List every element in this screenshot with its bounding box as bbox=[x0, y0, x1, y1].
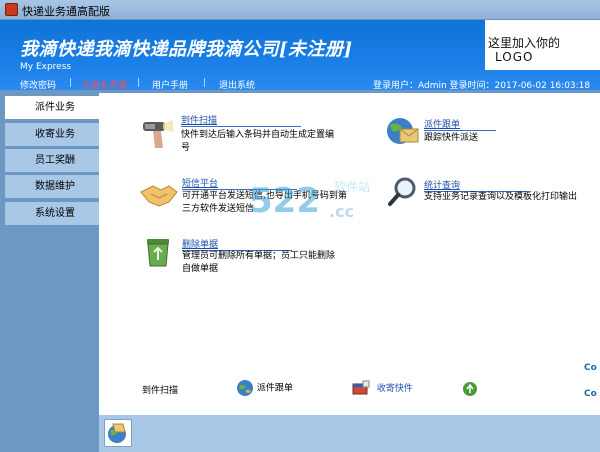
recycle-icon bbox=[463, 382, 477, 396]
world-mail-icon bbox=[387, 118, 419, 144]
quick-receive-parcel[interactable]: 收寄快件 bbox=[351, 379, 413, 397]
func-underline bbox=[424, 130, 496, 131]
app-title: 我滴快递我滴快递品牌我滴公司[未注册] bbox=[20, 39, 353, 60]
func-sms-platform[interactable]: 短信平台 可开通平台发送短信,也导出手机号码到第三方软件发送短信 bbox=[139, 176, 359, 221]
func-title: 到件扫描 bbox=[181, 116, 218, 126]
window-title: 快递业务通高配版 bbox=[22, 5, 110, 18]
sidebar-item-data-maintenance[interactable]: 数据维护 bbox=[5, 175, 99, 198]
func-title: 删除单据 bbox=[182, 240, 219, 250]
logo-text-logo: LOGO bbox=[495, 50, 534, 64]
func-title: 统计查询 bbox=[424, 181, 461, 191]
main-panel: 到件扫描 快件到达后输入条码并自动生成定置编号 派件跟单 跟踪快件派送 短信平台… bbox=[99, 93, 600, 415]
quick-dispatch-track[interactable]: 派件跟单 bbox=[236, 379, 293, 397]
bottom-toolbar bbox=[99, 415, 600, 452]
func-desc: 跟踪快件派送 bbox=[424, 133, 479, 143]
func-desc: 支持业务记录查询以及模板化打印输出 bbox=[424, 192, 578, 202]
magnifier-icon bbox=[388, 177, 416, 206]
func-title: 短信平台 bbox=[182, 179, 219, 189]
sidebar: 派件业务 收寄业务 员工奖酬 数据维护 系统设置 bbox=[0, 93, 99, 452]
menu-exit[interactable]: 退出系统 bbox=[219, 78, 255, 91]
menu-register[interactable]: 注册业务通 bbox=[82, 78, 127, 91]
menu-separator: | bbox=[203, 78, 207, 88]
menu-change-password[interactable]: 修改密码 bbox=[20, 78, 56, 91]
app-subtitle: My Express bbox=[20, 62, 72, 72]
menu-separator: | bbox=[137, 78, 141, 88]
home-button[interactable] bbox=[104, 419, 132, 447]
menu-user-manual[interactable]: 用户手册 bbox=[152, 78, 188, 91]
globe-parcel-icon bbox=[108, 423, 126, 443]
globe-icon bbox=[237, 380, 253, 396]
quick-label: 收寄快件 bbox=[376, 383, 413, 394]
func-dispatch-track[interactable]: 派件跟单 跟踪快件派送 bbox=[384, 113, 584, 153]
menu-separator: | bbox=[69, 78, 73, 88]
barcode-scanner-icon bbox=[143, 120, 173, 148]
sidebar-item-dispatch[interactable]: 派件业务 bbox=[5, 96, 99, 119]
logo-text: 这里加入你的 bbox=[488, 36, 561, 50]
func-arrival-scan[interactable]: 到件扫描 快件到达后输入条码并自动生成定置编号 bbox=[139, 113, 339, 158]
quick-label: 派件跟单 bbox=[256, 383, 293, 394]
func-desc: 可开通平台发送短信,也导出手机号码到第三方软件发送短信 bbox=[182, 191, 347, 214]
edge-text: Co bbox=[584, 389, 597, 399]
logo-placeholder: 这里加入你的 LOGO bbox=[485, 20, 600, 70]
func-title: 派件跟单 bbox=[424, 120, 461, 130]
parcel-icon bbox=[352, 380, 370, 395]
recycle-bin-icon bbox=[147, 239, 169, 267]
edge-text: Co bbox=[584, 363, 597, 373]
app-icon bbox=[5, 3, 18, 16]
top-menubar: 修改密码 | 注册业务通 | 用户手册 | 退出系统 登录用户：Admin 登录… bbox=[0, 77, 600, 93]
func-statistics-query[interactable]: 统计查询 支持业务记录查询以及模板化打印输出 bbox=[387, 176, 597, 216]
quick-recycle[interactable] bbox=[462, 381, 478, 400]
func-underline bbox=[181, 126, 301, 127]
func-delete-records[interactable]: 删除单据 管理员可删除所有单据；员工只能删除自做单据 bbox=[144, 236, 344, 281]
sidebar-item-receive[interactable]: 收寄业务 bbox=[5, 123, 99, 146]
func-desc: 快件到达后输入条码并自动生成定置编号 bbox=[181, 130, 335, 153]
sidebar-item-settings[interactable]: 系统设置 bbox=[5, 202, 99, 225]
handshake-icon bbox=[140, 185, 178, 207]
login-info: 登录用户：Admin 登录时间：2017-06-02 16:03:18 bbox=[373, 81, 591, 91]
sidebar-item-staff-pay[interactable]: 员工奖酬 bbox=[5, 149, 99, 172]
quick-arrival-scan[interactable]: 到件扫描 bbox=[142, 383, 178, 396]
window-titlebar: 快递业务通高配版 bbox=[0, 0, 600, 20]
func-desc: 管理员可删除所有单据；员工只能删除自做单据 bbox=[182, 251, 336, 274]
